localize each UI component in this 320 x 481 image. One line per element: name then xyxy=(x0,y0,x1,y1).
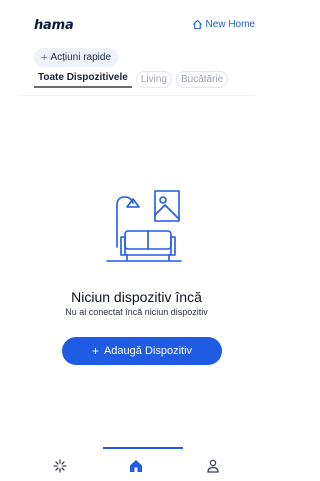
quick-actions-label: Acțiuni rapide xyxy=(50,52,112,63)
quick-actions-button[interactable]: + Acțiuni rapide xyxy=(34,48,119,67)
scenes-icon xyxy=(53,459,67,473)
home-icon xyxy=(130,460,142,472)
add-device-label: Adaugă Dispozitiv xyxy=(103,345,193,357)
nav-profile[interactable] xyxy=(205,458,221,474)
profile-icon xyxy=(207,459,219,473)
add-device-button[interactable]: + Adaugă Dispozitiv xyxy=(62,337,222,365)
living-room-icon xyxy=(106,190,182,262)
empty-state-subtitle: Nu ai conectat încă niciun dispozitiv xyxy=(65,307,208,317)
brand-logo: hama xyxy=(34,18,74,33)
header: hama New Home + Acțiuni rapide Toate Dis… xyxy=(0,0,273,112)
header-divider xyxy=(18,95,255,96)
plus-icon: + xyxy=(91,344,99,358)
bottom-navigation xyxy=(0,447,273,481)
home-name: New Home xyxy=(205,19,255,30)
plus-icon: + xyxy=(41,51,48,64)
app-screen: hama New Home + Acțiuni rapide Toate Dis… xyxy=(0,0,273,481)
tab-all-devices[interactable]: Toate Dispozitivele xyxy=(34,70,132,88)
home-selector[interactable]: New Home xyxy=(192,19,255,30)
tab-kitchen[interactable]: Bucătărie xyxy=(175,70,229,88)
home-outline-icon xyxy=(192,19,202,30)
active-tab-indicator xyxy=(103,447,183,449)
tab-living[interactable]: Living xyxy=(135,70,172,88)
nav-home[interactable] xyxy=(128,458,144,474)
room-tabs: Toate Dispozitivele Living Bucătărie xyxy=(34,70,229,88)
nav-scenes[interactable] xyxy=(52,458,68,474)
empty-state-title: Niciun dispozitiv încă xyxy=(71,289,202,305)
